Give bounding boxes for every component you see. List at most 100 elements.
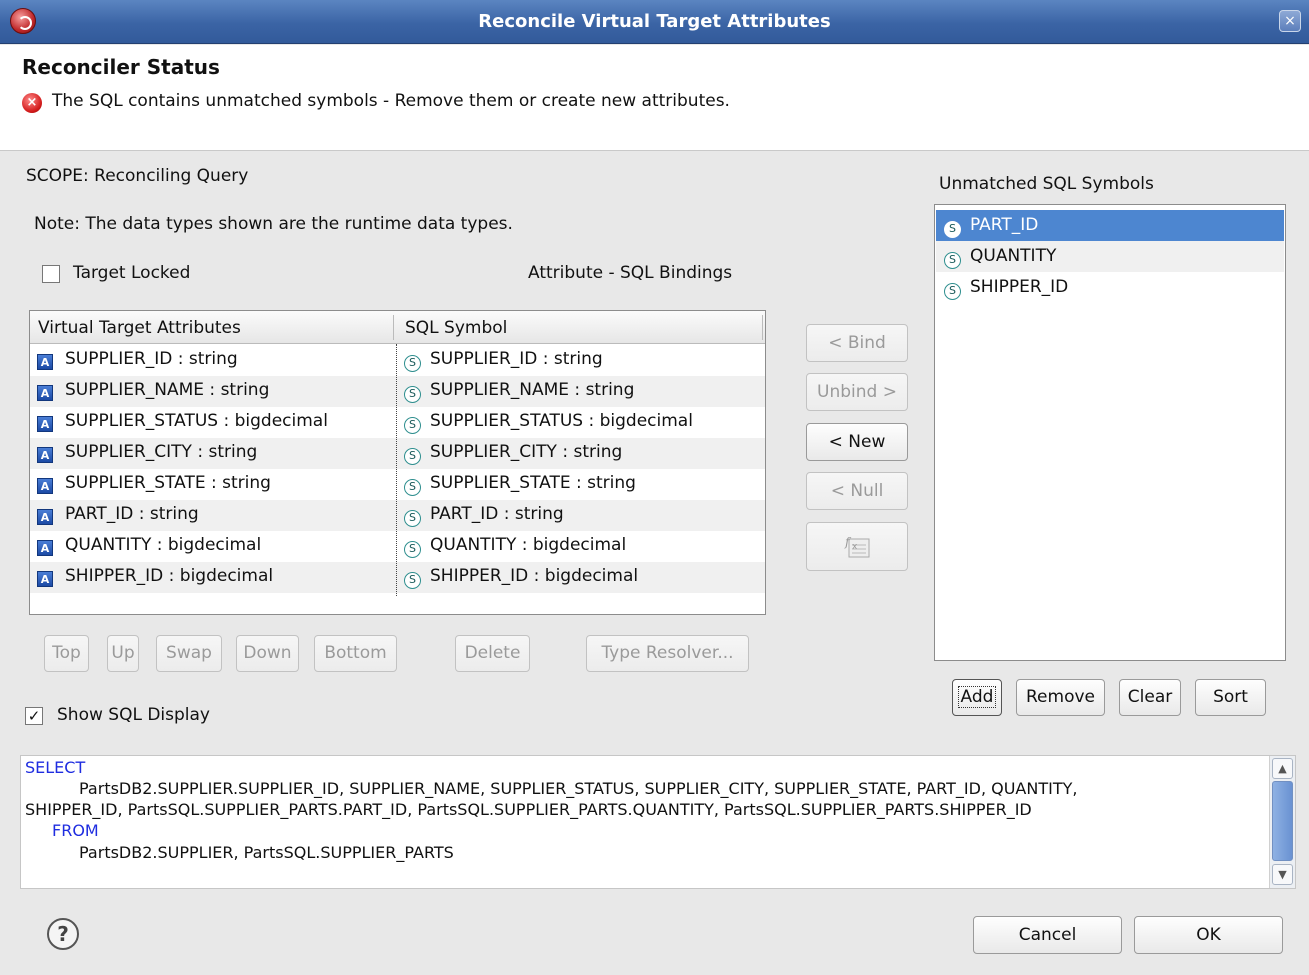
symbol-cell: QUANTITY : bigdecimal: [430, 535, 627, 555]
unmatched-label: Unmatched SQL Symbols: [939, 174, 1154, 194]
window-title: Reconcile Virtual Target Attributes: [478, 11, 831, 32]
close-icon[interactable]: ×: [1279, 10, 1301, 32]
bottom-button[interactable]: Bottom: [314, 635, 397, 672]
attribute-icon: A: [37, 478, 53, 494]
attribute-cell: SUPPLIER_STATE : string: [65, 473, 271, 493]
clear-button[interactable]: Clear: [1119, 679, 1181, 716]
table-row[interactable]: A SUPPLIER_NAME : string S SUPPLIER_NAME :…: [30, 376, 765, 407]
sql-display[interactable]: SELECT PartsDB2.SUPPLIER.SUPPLIER_ID, SU…: [20, 755, 1296, 889]
table-row[interactable]: A SUPPLIER_ID : string S SUPPLIER_ID : str…: [30, 345, 765, 376]
table-row[interactable]: A SUPPLIER_STATE : string S SUPPLIER_STATE…: [30, 469, 765, 500]
ok-button[interactable]: OK: [1134, 916, 1283, 954]
attribute-cell: SUPPLIER_NAME : string: [65, 380, 270, 400]
add-button-label: Add: [957, 686, 997, 708]
scroll-thumb[interactable]: [1272, 781, 1293, 861]
symbol-cell: SUPPLIER_NAME : string: [430, 380, 635, 400]
add-button[interactable]: Add: [952, 679, 1002, 716]
cancel-button[interactable]: Cancel: [973, 916, 1122, 954]
symbol-icon: S: [944, 283, 961, 300]
symbol-cell: SUPPLIER_ID : string: [430, 349, 603, 369]
column-divider: [396, 344, 397, 596]
symbol-cell: SUPPLIER_CITY : string: [430, 442, 623, 462]
bindings-label: Attribute - SQL Bindings: [528, 263, 733, 283]
svg-text:x: x: [852, 542, 858, 552]
symbol-cell: SUPPLIER_STATUS : bigdecimal: [430, 411, 693, 431]
data-types-note: Note: The data types shown are the runti…: [34, 214, 513, 234]
unmatched-symbols-list[interactable]: S PART_ID S QUANTITY S SHIPPER_ID: [934, 204, 1286, 661]
target-locked-checkbox[interactable]: [42, 265, 60, 283]
attribute-icon: A: [37, 447, 53, 463]
attribute-cell: QUANTITY : bigdecimal: [65, 535, 262, 555]
symbol-icon: S: [404, 510, 421, 527]
table-row[interactable]: A SUPPLIER_STATUS : bigdecimal S SUPPLIER_…: [30, 407, 765, 438]
sql-line: PartsDB2.SUPPLIER.SUPPLIER_ID, SUPPLIER_…: [79, 779, 1078, 798]
sql-select-keyword: SELECT: [25, 758, 86, 777]
sql-line: PartsDB2.SUPPLIER, PartsSQL.SUPPLIER_PAR…: [79, 843, 454, 862]
function-builder-button[interactable]: f x: [806, 522, 908, 571]
symbol-icon: S: [404, 541, 421, 558]
attribute-icon: A: [37, 540, 53, 556]
down-button[interactable]: Down: [236, 635, 299, 672]
symbol-icon: S: [404, 448, 421, 465]
attribute-icon: A: [37, 571, 53, 587]
scroll-up-icon[interactable]: ▲: [1272, 758, 1293, 779]
bind-button[interactable]: < Bind: [806, 324, 908, 362]
column-header-attributes[interactable]: Virtual Target Attributes: [38, 318, 241, 338]
column-header-sql-symbol[interactable]: SQL Symbol: [405, 318, 507, 338]
sort-button[interactable]: Sort: [1195, 679, 1266, 716]
list-item[interactable]: S SHIPPER_ID: [936, 272, 1284, 303]
attribute-cell: SUPPLIER_ID : string: [65, 349, 238, 369]
table-row[interactable]: A SUPPLIER_CITY : string S SUPPLIER_CITY :…: [30, 438, 765, 469]
attribute-icon: A: [37, 354, 53, 370]
error-icon: ×: [22, 93, 42, 113]
list-item[interactable]: S PART_ID: [936, 210, 1284, 241]
table-header: Virtual Target Attributes SQL Symbol: [30, 311, 765, 344]
attribute-cell: SHIPPER_ID : bigdecimal: [65, 566, 274, 586]
scope-label: SCOPE: Reconciling Query: [26, 166, 249, 186]
app-icon: [10, 8, 36, 34]
status-message: The SQL contains unmatched symbols - Rem…: [52, 91, 730, 111]
function-builder-icon: f x: [844, 535, 870, 558]
symbol-icon: S: [404, 417, 421, 434]
table-row[interactable]: A SHIPPER_ID : bigdecimal S SHIPPER_ID : b…: [30, 562, 765, 593]
attribute-icon: A: [37, 509, 53, 525]
show-sql-checkbox[interactable]: ✓: [25, 707, 43, 725]
swap-button[interactable]: Swap: [156, 635, 222, 672]
bindings-table[interactable]: Virtual Target Attributes SQL Symbol A SU…: [29, 310, 766, 615]
attribute-icon: A: [37, 416, 53, 432]
null-button[interactable]: < Null: [806, 472, 908, 510]
table-row[interactable]: A PART_ID : string S PART_ID : string: [30, 500, 765, 531]
symbol-icon: S: [404, 479, 421, 496]
unbind-button[interactable]: Unbind >: [806, 373, 908, 411]
attribute-cell: SUPPLIER_CITY : string: [65, 442, 258, 462]
new-button[interactable]: < New: [806, 423, 908, 461]
symbol-icon: S: [404, 386, 421, 403]
symbol-cell: PART_ID : string: [430, 504, 564, 524]
status-title: Reconciler Status: [22, 55, 220, 79]
list-item[interactable]: S QUANTITY: [936, 241, 1284, 272]
sql-line: SHIPPER_ID, PartsSQL.SUPPLIER_PARTS.PART…: [25, 800, 1032, 819]
symbol-icon: S: [404, 572, 421, 589]
attribute-icon: A: [37, 385, 53, 401]
sql-from-keyword: FROM: [52, 821, 99, 840]
table-row[interactable]: A QUANTITY : bigdecimal S QUANTITY : bigde…: [30, 531, 765, 562]
remove-button[interactable]: Remove: [1016, 679, 1105, 716]
up-button[interactable]: Up: [107, 635, 139, 672]
attribute-cell: SUPPLIER_STATUS : bigdecimal: [65, 411, 328, 431]
list-item-label: QUANTITY: [970, 246, 1057, 266]
show-sql-label: Show SQL Display: [57, 705, 210, 725]
scroll-down-icon[interactable]: ▼: [1272, 864, 1293, 885]
top-button[interactable]: Top: [44, 635, 89, 672]
target-locked-label: Target Locked: [73, 263, 191, 283]
symbol-cell: SHIPPER_ID : bigdecimal: [430, 566, 639, 586]
symbol-icon: S: [944, 221, 961, 238]
symbol-cell: SUPPLIER_STATE : string: [430, 473, 636, 493]
list-item-label: PART_ID: [970, 215, 1039, 235]
title-bar: Reconcile Virtual Target Attributes: [0, 0, 1309, 44]
symbol-icon: S: [944, 252, 961, 269]
symbol-icon: S: [404, 355, 421, 372]
delete-button[interactable]: Delete: [455, 635, 530, 672]
sql-scrollbar[interactable]: ▲ ▼: [1269, 756, 1295, 888]
type-resolver-button[interactable]: Type Resolver...: [586, 635, 749, 672]
help-icon[interactable]: ?: [47, 918, 79, 950]
